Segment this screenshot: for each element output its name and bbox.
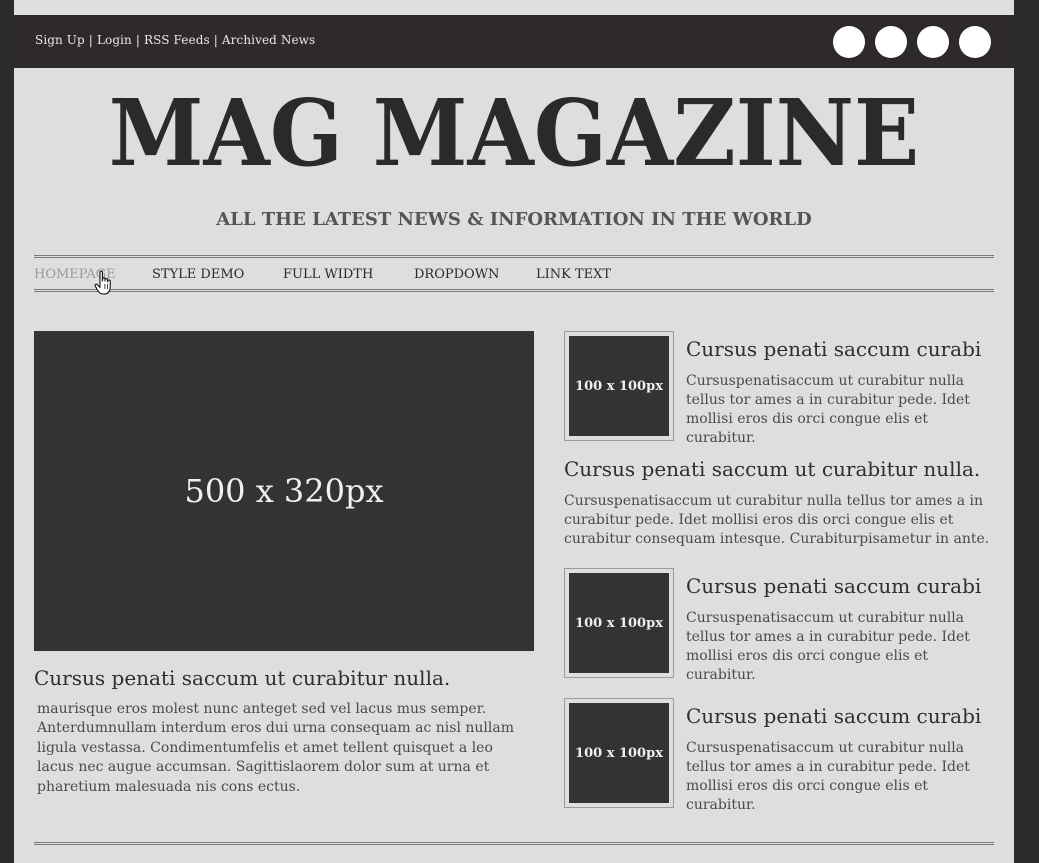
side-article-title-2[interactable]: Cursus penati saccum curabi: [686, 573, 1006, 599]
main-nav: HOMEPAGE STYLE DEMO FULL WIDTH DROPDOWN …: [34, 255, 994, 292]
social-icon-3[interactable]: [917, 26, 949, 58]
page-container: Sign Up | Login | RSS Feeds | Archived News MA…: [14, 0, 1014, 863]
hand-cursor-icon: [94, 270, 111, 295]
social-icons: [833, 26, 991, 58]
social-icon-4[interactable]: [959, 26, 991, 58]
feature-title[interactable]: Cursus penati saccum ut curabitur nulla.: [34, 664, 534, 692]
site-title[interactable]: MAG MAGAZINE: [49, 78, 979, 188]
middle-article-body: Cursuspenatisaccum ut curabitur nulla te…: [564, 493, 990, 547]
social-icon-2[interactable]: [875, 26, 907, 58]
top-bar: Sign Up | Login | RSS Feeds | Archived News: [14, 15, 1014, 68]
thumbnail-label: 100 x 100px: [575, 615, 663, 631]
rss-feeds-link[interactable]: RSS Feeds: [144, 33, 210, 47]
side-thumbnail-2[interactable]: 100 x 100px: [564, 568, 674, 678]
feature-image-label: 500 x 320px: [184, 472, 384, 510]
separator: |: [88, 33, 93, 47]
separator: |: [135, 33, 141, 47]
feature-image-placeholder[interactable]: 500 x 320px: [34, 331, 534, 651]
archived-news-link[interactable]: Archived News: [222, 33, 315, 47]
side-article-body-1: Cursuspenatisaccum ut curabitur nulla te…: [686, 373, 970, 446]
site-tagline: ALL THE LATEST NEWS & INFORMATION IN THE…: [216, 209, 812, 230]
thumbnail-label: 100 x 100px: [575, 745, 663, 761]
separator: |: [213, 33, 218, 47]
nav-item-link-text[interactable]: LINK TEXT: [536, 267, 611, 282]
side-thumbnail-3[interactable]: 100 x 100px: [564, 698, 674, 808]
login-link[interactable]: Login: [97, 33, 132, 47]
middle-article-title[interactable]: Cursus penati saccum ut curabitur nulla.: [564, 456, 1004, 482]
side-article-body-3: Cursuspenatisaccum ut curabitur nulla te…: [686, 740, 970, 813]
nav-item-dropdown[interactable]: DROPDOWN: [414, 267, 499, 282]
side-article-title-3[interactable]: Cursus penati saccum curabi: [686, 703, 1006, 729]
side-article-body-2: Cursuspenatisaccum ut curabitur nulla te…: [686, 610, 970, 683]
nav-item-full-width[interactable]: FULL WIDTH: [283, 267, 373, 282]
social-icon-1[interactable]: [833, 26, 865, 58]
side-thumbnail-1[interactable]: 100 x 100px: [564, 331, 674, 441]
bottom-divider: [34, 842, 994, 845]
thumbnail-label: 100 x 100px: [575, 378, 663, 394]
nav-item-style-demo[interactable]: STYLE DEMO: [152, 267, 244, 282]
side-article-title-1[interactable]: Cursus penati saccum curabi: [686, 336, 1006, 362]
top-links: Sign Up | Login | RSS Feeds | Archived News: [35, 33, 315, 47]
sign-up-link[interactable]: Sign Up: [35, 33, 85, 47]
feature-body: maurisque eros molest nunc anteget sed v…: [37, 701, 514, 795]
